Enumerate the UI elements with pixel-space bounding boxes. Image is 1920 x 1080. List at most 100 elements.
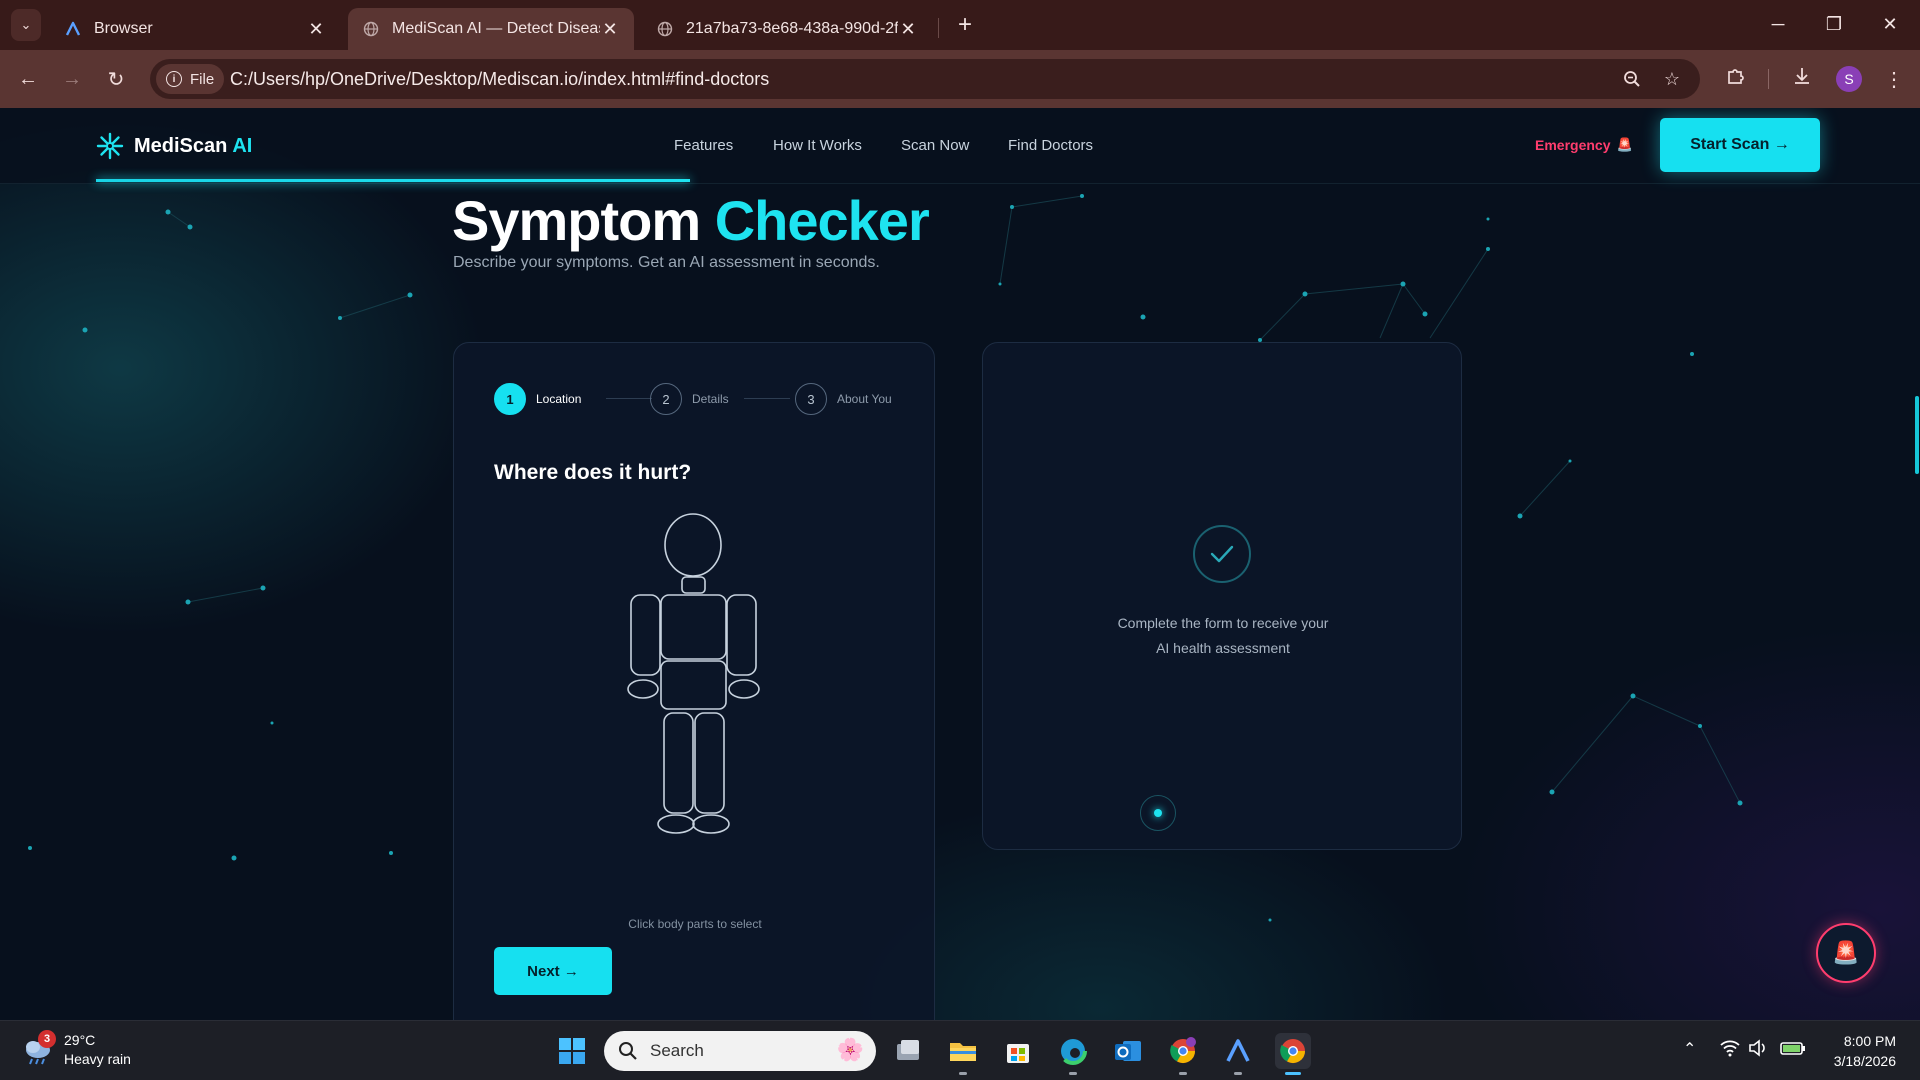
wifi-icon[interactable] <box>1720 1039 1740 1062</box>
battery-icon[interactable] <box>1780 1039 1806 1062</box>
tab-title: Browser <box>94 20 153 37</box>
restore-button[interactable]: ❐ <box>1814 10 1854 40</box>
task-view-button[interactable] <box>890 1033 926 1069</box>
body-part-left-foot[interactable] <box>657 814 695 834</box>
emergency-link[interactable]: Emergency 🚨 <box>1535 137 1633 153</box>
site-logo[interactable]: MediScan AI <box>96 132 252 160</box>
body-part-left-leg[interactable] <box>663 712 694 814</box>
site-info-chip[interactable]: i File <box>156 64 225 94</box>
store-icon <box>1007 1044 1029 1063</box>
close-window-button[interactable]: ✕ <box>1870 10 1910 40</box>
step-about-you[interactable]: 3 About You <box>795 383 892 415</box>
browser-menu-button[interactable]: ⋮ <box>1878 63 1910 95</box>
body-part-right-foot[interactable] <box>692 814 730 834</box>
toolbar-separator <box>1768 69 1769 89</box>
reload-button[interactable]: ↻ <box>100 63 132 95</box>
arc-logo-icon <box>1226 1039 1250 1062</box>
page-title: Symptom Checker <box>452 188 930 253</box>
volume-icon[interactable] <box>1748 1039 1768 1062</box>
nav-link-how-it-works[interactable]: How It Works <box>773 137 862 154</box>
address-bar[interactable]: i File C:/Users/hp/OneDrive/Desktop/Medi… <box>150 59 1700 99</box>
nav-link-features[interactable]: Features <box>674 137 733 154</box>
plus-icon: + <box>957 11 972 38</box>
file-explorer-button[interactable] <box>945 1033 981 1075</box>
new-tab-button[interactable]: + <box>950 11 980 41</box>
tab-title: MediScan AI — Detect Disease <box>392 20 600 37</box>
body-part-right-hand[interactable] <box>728 679 760 699</box>
result-placeholder-text: Complete the form to receive your AI hea… <box>983 611 1463 661</box>
downloads-button[interactable] <box>1786 63 1818 95</box>
assessment-result-card: Complete the form to receive your AI hea… <box>982 342 1462 850</box>
emergency-sos-button[interactable]: 🚨 <box>1816 923 1876 983</box>
body-part-abdomen[interactable] <box>660 660 727 710</box>
siren-icon: 🚨 <box>1832 940 1860 965</box>
step-connector <box>606 398 652 399</box>
edge-button[interactable] <box>1055 1033 1091 1075</box>
weather-widget[interactable]: 3 29°C Heavy rain <box>22 1030 131 1069</box>
page-subtitle: Describe your symptoms. Get an AI assess… <box>453 254 880 271</box>
minimize-icon: ─ <box>1771 14 1785 34</box>
body-part-chest[interactable] <box>660 594 727 660</box>
step-connector <box>744 398 790 399</box>
extensions-button[interactable] <box>1720 63 1752 95</box>
url-text[interactable]: C:/Users/hp/OneDrive/Desktop/Mediscan.io… <box>230 69 769 90</box>
system-clock[interactable]: 8:00 PM 3/18/2026 <box>1826 1031 1896 1071</box>
next-button[interactable]: Next → <box>494 947 612 995</box>
body-part-left-arm[interactable] <box>630 594 661 676</box>
body-map-hint: Click body parts to select <box>628 917 762 931</box>
browser-tab-file[interactable]: 21a7ba73-8e68-438a-990d-2f5 ✕ <box>642 8 932 50</box>
zoom-icon[interactable] <box>1618 65 1646 93</box>
body-part-head[interactable] <box>664 513 722 577</box>
body-part-right-arm[interactable] <box>726 594 757 676</box>
arrow-left-icon: ← <box>18 67 38 90</box>
restore-icon: ❐ <box>1825 14 1843 34</box>
start-button[interactable] <box>554 1033 590 1069</box>
close-tab-icon[interactable]: ✕ <box>306 19 326 40</box>
checkmark-icon <box>1193 525 1251 583</box>
rain-cloud-icon: 3 <box>22 1030 56 1066</box>
site-navbar: MediScan AI Features How It Works Scan N… <box>0 108 1920 184</box>
tab-search-dropdown[interactable]: ⌄ <box>11 9 41 41</box>
step-details[interactable]: 2 Details <box>650 383 729 415</box>
nav-link-find-doctors[interactable]: Find Doctors <box>1008 137 1093 154</box>
loading-pulse-indicator <box>1140 795 1176 831</box>
arc-browser-button[interactable] <box>1220 1033 1256 1075</box>
chrome-profile-button[interactable] <box>1165 1033 1201 1075</box>
network-background <box>28 194 1743 922</box>
more-vertical-icon: ⋮ <box>1884 68 1904 91</box>
clock-date: 3/18/2026 <box>1833 1053 1896 1069</box>
weather-condition: Heavy rain <box>64 1051 131 1067</box>
browser-tab-browser[interactable]: Browser ✕ <box>50 8 340 50</box>
body-part-right-leg[interactable] <box>694 712 725 814</box>
chrome-button[interactable] <box>1275 1033 1311 1075</box>
body-part-neck[interactable] <box>681 576 706 594</box>
arc-logo-icon <box>64 20 82 38</box>
microsoft-store-button[interactable] <box>1000 1033 1036 1069</box>
tray-overflow-chevron-icon[interactable]: ⌃ <box>1683 1039 1696 1059</box>
minimize-button[interactable]: ─ <box>1758 10 1798 40</box>
bookmark-star-icon[interactable]: ☆ <box>1658 65 1686 93</box>
start-scan-button[interactable]: Start Scan → <box>1660 118 1820 172</box>
pulse-dot <box>1154 809 1162 817</box>
logo-text: MediScan <box>134 134 228 157</box>
close-tab-icon[interactable]: ✕ <box>898 19 918 40</box>
forward-button[interactable]: → <box>56 63 88 95</box>
nav-link-scan-now[interactable]: Scan Now <box>901 137 969 154</box>
arrow-right-icon: → <box>62 67 82 90</box>
outlook-button[interactable] <box>1110 1033 1146 1069</box>
browser-tab-mediscan[interactable]: MediScan AI — Detect Disease ✕ <box>348 8 634 50</box>
globe-icon <box>656 20 674 38</box>
question-title: Where does it hurt? <box>494 461 692 484</box>
taskbar-search[interactable]: Search 🌸 <box>604 1031 876 1071</box>
medical-star-icon <box>96 132 124 160</box>
back-button[interactable]: ← <box>12 63 44 95</box>
close-tab-icon[interactable]: ✕ <box>600 19 620 40</box>
body-part-left-hand[interactable] <box>627 679 659 699</box>
title-accent: Checker <box>714 189 930 252</box>
symptom-form-card: 1 Location 2 Details 3 About You Where d… <box>453 342 935 1020</box>
tab-title: 21a7ba73-8e68-438a-990d-2f5 <box>686 20 898 37</box>
profile-avatar[interactable]: S <box>1836 66 1862 92</box>
step-location[interactable]: 1 Location <box>494 383 581 415</box>
page-scrollbar-thumb[interactable] <box>1915 396 1919 474</box>
scroll-progress-bar <box>96 179 690 182</box>
